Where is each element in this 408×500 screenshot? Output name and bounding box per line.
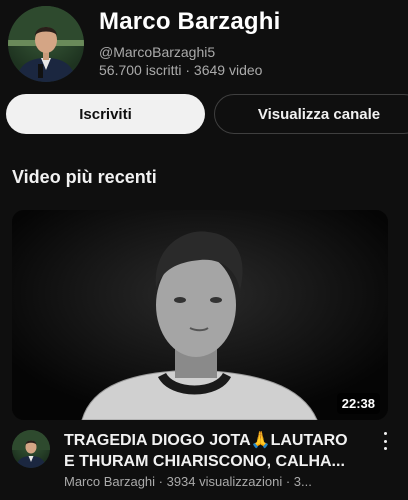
more-options-icon[interactable] <box>380 432 390 450</box>
video-title-line-1: TRAGEDIA DIOGO JOTA🙏LAUTARO <box>64 432 348 449</box>
video-meta: Marco Barzaghi · 3934 visualizzazioni · … <box>64 474 312 489</box>
video-title-line-2: E THURAM CHIARISCONO, CALHA... <box>64 453 345 470</box>
video-thumbnail[interactable]: 22:38 <box>12 210 388 420</box>
channel-avatar[interactable] <box>8 6 84 82</box>
section-title: Video più recenti <box>12 167 157 187</box>
video-title[interactable]: TRAGEDIA DIOGO JOTA🙏LAUTARO E THURAM CHI… <box>64 430 376 472</box>
presenter-portrait-icon <box>8 6 84 82</box>
view-channel-button[interactable]: Visualizza canale <box>214 94 408 134</box>
video-duration: 22:38 <box>336 393 380 414</box>
presenter-portrait-small-icon <box>12 430 50 468</box>
football-player-portrait-icon <box>12 210 388 420</box>
channel-stats: 56.700 iscritti · 3649 video <box>99 62 263 78</box>
channel-name: Marco Barzaghi <box>99 8 281 35</box>
subscribe-button[interactable]: Iscriviti <box>6 94 205 134</box>
channel-handle: @MarcoBarzaghi5 <box>99 44 216 60</box>
video-channel-avatar[interactable] <box>12 430 50 468</box>
